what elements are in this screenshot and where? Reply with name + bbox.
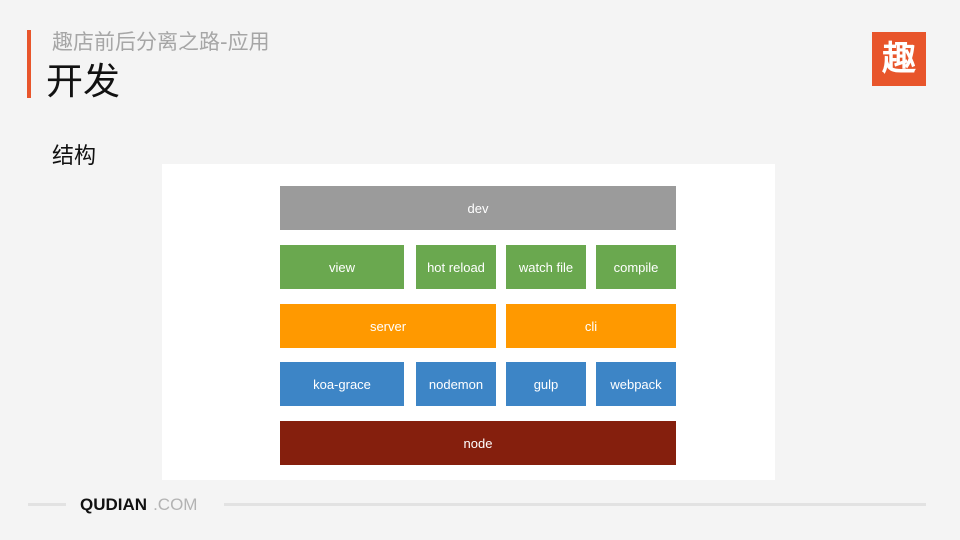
box-koa-grace: koa-grace xyxy=(280,362,404,406)
footer-divider-right xyxy=(224,503,926,506)
section-label: 结构 xyxy=(52,144,97,169)
box-compile: compile xyxy=(596,245,676,289)
accent-bar xyxy=(27,30,31,98)
footer-brand: QUDIAN .COM xyxy=(80,494,197,516)
box-view: view xyxy=(280,245,404,289)
footer-divider-left xyxy=(28,503,66,506)
brand-name: QUDIAN xyxy=(80,495,148,514)
box-webpack: webpack xyxy=(596,362,676,406)
qudian-logo-icon: 趣 xyxy=(872,32,926,86)
box-hot-reload: hot reload xyxy=(416,245,496,289)
architecture-diagram: dev view hot reload watch file compile s… xyxy=(162,164,775,480)
presentation-subtitle: 趣店前后分离之路-应用 xyxy=(52,30,270,54)
box-gulp: gulp xyxy=(506,362,586,406)
box-dev: dev xyxy=(280,186,676,230)
box-cli: cli xyxy=(506,304,676,348)
brand-suffix: .COM xyxy=(153,495,198,514)
box-watch-file: watch file xyxy=(506,245,586,289)
box-nodemon: nodemon xyxy=(416,362,496,406)
box-node: node xyxy=(280,421,676,465)
box-server: server xyxy=(280,304,496,348)
slide-title: 开发 xyxy=(46,60,120,103)
